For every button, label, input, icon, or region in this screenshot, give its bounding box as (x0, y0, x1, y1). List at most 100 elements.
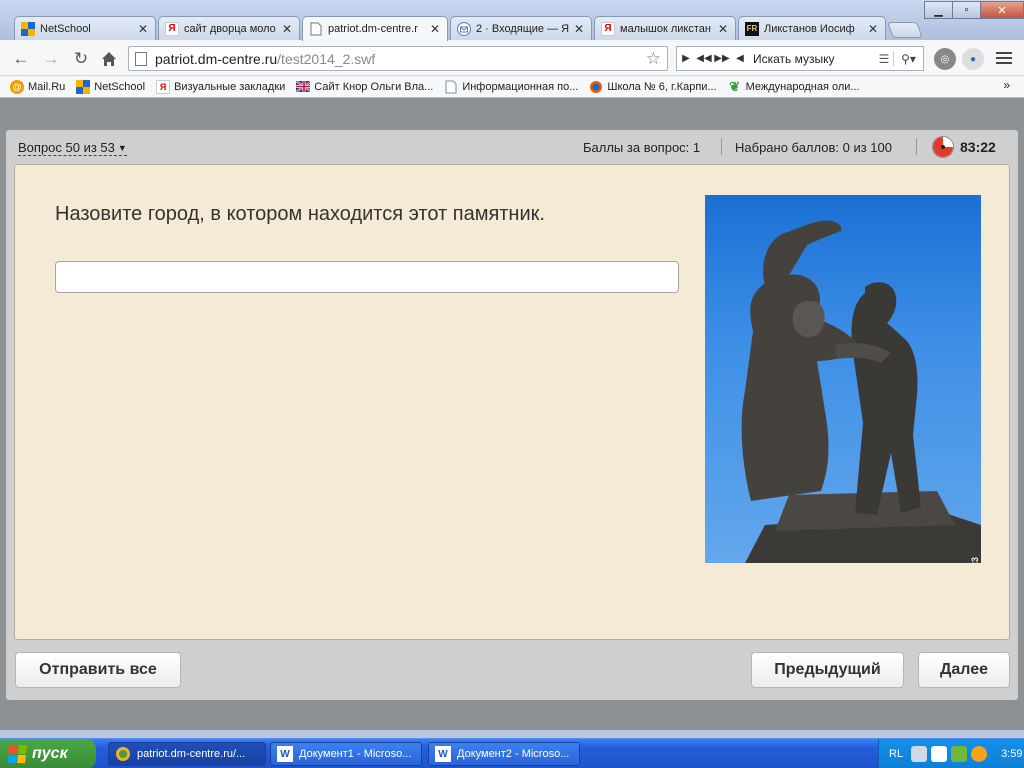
minimize-button[interactable]: ▁ (924, 1, 953, 19)
extension-badge-icon[interactable]: ● (962, 48, 984, 70)
question-text: Назовите город, в котором находится этот… (55, 203, 545, 225)
search-icon[interactable]: ⚲▾ (893, 51, 923, 66)
arrow-left-icon: ← (12, 49, 30, 68)
timer-icon (932, 136, 954, 158)
task-document2[interactable]: W Документ2 - Microso... (428, 742, 580, 766)
windows-flag-icon (7, 745, 27, 763)
points-per-question: Баллы за вопрос: 1 (583, 140, 701, 155)
bookmark-star-icon[interactable]: ☆ (646, 49, 661, 69)
network-icon[interactable] (911, 746, 928, 762)
monument-image (741, 220, 981, 563)
reload-button[interactable]: ↻ (70, 48, 92, 70)
yandex-icon: Я (165, 21, 179, 36)
netschool-icon (76, 79, 91, 94)
bookmark-info[interactable]: Информационная по... (444, 80, 578, 94)
list-icon[interactable]: ☰ (875, 52, 893, 66)
language-indicator[interactable]: RL (889, 748, 903, 760)
answer-input[interactable] (55, 261, 679, 293)
bookmark-knor[interactable]: Сайт Кнор Ольги Вла... (296, 80, 433, 94)
page-icon (444, 80, 458, 94)
yandex-icon: Я (601, 21, 615, 36)
mailru-icon: @ (10, 79, 24, 94)
leaf-icon: ❦ (729, 78, 741, 94)
close-window-button[interactable]: ✕ (980, 1, 1024, 19)
browser-tab-strip: NetSchool ✕ Я сайт дворца моло ✕ patriot… (0, 0, 1024, 41)
back-button[interactable]: ← (10, 48, 32, 70)
word-icon: W (435, 746, 451, 762)
close-icon[interactable]: ✕ (281, 22, 293, 36)
caret-down-icon: ▼ (117, 142, 127, 153)
rewind-icon[interactable]: ◀◀ (695, 53, 713, 64)
close-icon[interactable]: ✕ (137, 22, 149, 36)
maximize-button[interactable]: ▫ (952, 1, 981, 19)
maximize-icon: ▫ (964, 4, 969, 16)
monument-photo: 1723 (705, 195, 981, 563)
submit-all-button[interactable]: Отправить все (15, 652, 181, 688)
bookmarks-bar: @ Mail.Ru NetSchool Я Визуальные закладк… (0, 76, 1024, 98)
divider (916, 138, 917, 155)
minimize-icon: ▁ (934, 4, 943, 17)
next-button[interactable]: Далее (918, 652, 1010, 688)
bookmark-mailru[interactable]: @ Mail.Ru (10, 79, 65, 94)
music-search-input[interactable]: Искать музыку (749, 52, 875, 66)
photo-number: 1723 (970, 557, 980, 563)
close-icon[interactable]: ✕ (573, 22, 585, 36)
arrow-right-icon: → (42, 49, 60, 68)
antivirus-icon[interactable] (971, 746, 988, 762)
question-selector[interactable]: Вопрос 50 из 53 ▼ (18, 140, 127, 156)
bookmark-visual[interactable]: Я Визуальные закладки (156, 79, 285, 94)
page-icon (309, 22, 323, 36)
yandex-icon: Я (156, 79, 171, 94)
task-browser[interactable]: patriot.dm-centre.ru/... (108, 742, 266, 766)
nvidia-icon[interactable] (951, 746, 968, 762)
tab-palace[interactable]: Я сайт дворца моло ✕ (158, 16, 300, 40)
bookmark-olympiad[interactable]: ❦ Международная оли... (728, 78, 859, 94)
page-icon (135, 51, 147, 66)
previous-button[interactable]: Предыдущий (751, 652, 904, 688)
home-button[interactable] (98, 48, 120, 70)
clock: 3:59 (1001, 748, 1023, 760)
taskbar: пуск patriot.dm-centre.ru/... W Документ… (0, 738, 1024, 768)
bookmark-netschool[interactable]: NetSchool (76, 79, 145, 94)
close-icon[interactable]: ✕ (429, 22, 441, 36)
close-icon[interactable]: ✕ (717, 22, 729, 36)
fr-icon: FR (745, 21, 759, 36)
bookmark-school6[interactable]: Школа № 6, г.Карпи... (589, 80, 717, 94)
tab-likstanov[interactable]: FR Ликстанов Иосиф ✕ (738, 16, 886, 40)
tab-netschool[interactable]: NetSchool ✕ (14, 16, 156, 40)
close-icon: ✕ (997, 4, 1007, 17)
tab-mail[interactable]: 2 · Входящие — Я ✕ (450, 16, 592, 40)
bookmarks-more-button[interactable]: » (1003, 78, 1010, 92)
divider (721, 138, 722, 155)
timer: 83:22 (960, 139, 996, 155)
browser-icon (115, 746, 131, 762)
reload-icon: ↻ (73, 49, 89, 68)
forward-button[interactable]: → (40, 48, 62, 70)
home-icon (102, 52, 116, 66)
quiz-app: Вопрос 50 из 53 ▼ Баллы за вопрос: 1 Наб… (6, 130, 1018, 700)
task-document1[interactable]: W Документ1 - Microso... (270, 742, 422, 766)
menu-icon[interactable] (996, 52, 1012, 66)
start-button[interactable]: пуск (0, 739, 96, 768)
browser-toolbar: ← → ↻ patriot.dm-centre.ru/test2014_2.sw… (0, 40, 1024, 76)
fast-forward-icon[interactable]: ▶▶ (713, 53, 731, 64)
close-icon[interactable]: ✕ (867, 22, 879, 36)
play-icon[interactable]: ▶ (677, 53, 695, 64)
speaker-icon[interactable]: ◀ (731, 53, 749, 64)
address-bar[interactable]: patriot.dm-centre.ru/test2014_2.swf ☆ (128, 46, 668, 71)
question-card: Назовите город, в котором находится этот… (14, 164, 1010, 640)
new-tab-button[interactable] (887, 22, 923, 38)
mail-icon (457, 21, 471, 36)
tab-patriot[interactable]: patriot.dm-centre.r ✕ (302, 16, 448, 41)
word-icon: W (277, 746, 293, 762)
system-tray: RL 3:59 (878, 739, 1024, 768)
tab-malyshok[interactable]: Я малышок ликстан ✕ (594, 16, 736, 40)
points-total: Набрано баллов: 0 из 100 (735, 140, 892, 155)
firefox-icon (589, 80, 603, 94)
tray-app-icon[interactable] (931, 746, 948, 762)
uk-flag-icon (296, 80, 311, 94)
music-search-widget: ▶ ◀◀ ▶▶ ◀ Искать музыку ☰ ⚲▾ (676, 46, 924, 71)
quiz-header: Вопрос 50 из 53 ▼ Баллы за вопрос: 1 Наб… (6, 130, 1018, 164)
extension-camera-icon[interactable]: ◎ (934, 48, 956, 70)
netschool-icon (21, 21, 35, 36)
